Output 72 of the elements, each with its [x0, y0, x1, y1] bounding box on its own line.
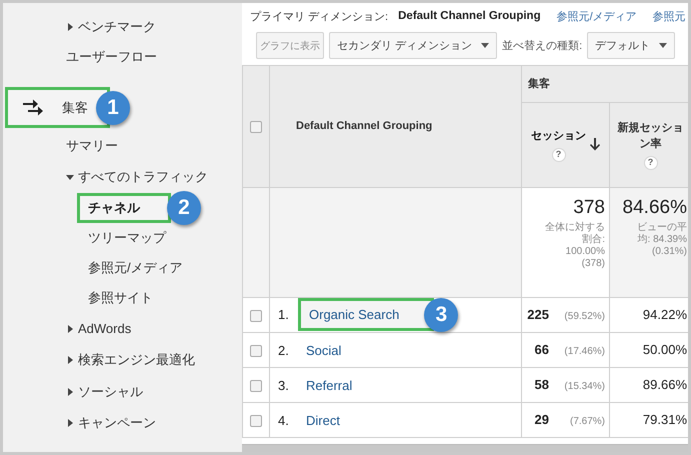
row-index: 3.	[278, 378, 290, 393]
sort-type-dropdown[interactable]: デフォルト	[587, 32, 676, 60]
row-index: 4.	[278, 412, 290, 428]
channel-link[interactable]: Social	[306, 342, 342, 358]
total-note: 割合:	[581, 234, 605, 246]
sessions-value: 66	[534, 342, 549, 358]
sidebar-item[interactable]: 検索エンジン最適化	[78, 351, 195, 370]
help-icon[interactable]: ?	[644, 156, 658, 170]
caret-icon	[481, 43, 490, 48]
total-note: (0.31%)	[650, 246, 687, 258]
total-note: 全体に対する	[544, 222, 605, 234]
total-value: 84.66%	[622, 196, 687, 219]
sessions-value: 29	[534, 412, 549, 428]
sidebar-item[interactable]: すべてのトラフィック	[78, 168, 208, 186]
row-checkbox[interactable]	[250, 414, 262, 427]
new-session-rate: 79.31%	[642, 412, 687, 428]
new-session-rate: 94.22%	[642, 307, 687, 322]
sidebar-item[interactable]: 参照サイト	[88, 290, 153, 305]
sidebar-item[interactable]: チャネル	[88, 200, 140, 215]
secondary-dimension-dropdown[interactable]: セカンダリ ディメンション	[329, 32, 498, 60]
new-session-rate: 50.00%	[642, 342, 687, 358]
primary-dimension-label: プライマリ ディメンション:	[250, 10, 388, 24]
sidebar-item[interactable]: ユーザーフロー	[66, 48, 157, 66]
row-index: 1.	[278, 307, 290, 322]
row-checkbox[interactable]	[250, 380, 262, 392]
sidebar-item[interactable]: サマリー	[66, 136, 118, 155]
column-group-header: 集客	[528, 78, 550, 90]
dimension-link[interactable]: 参照元/メディア	[556, 8, 637, 24]
total-note: 100.00%	[564, 246, 605, 258]
channel-link[interactable]: Referral	[306, 378, 352, 393]
arrows-icon	[22, 98, 44, 118]
total-note: (378)	[580, 258, 605, 270]
sessions-share: (17.46%)	[563, 346, 605, 358]
collapsed-triangle-icon[interactable]	[66, 419, 74, 428]
collapsed-triangle-icon[interactable]	[66, 23, 74, 31]
total-note: 均: 84.39%	[636, 234, 687, 246]
sidebar-item[interactable]: 参照元/メディア	[88, 260, 183, 275]
expanded-triangle-icon[interactable]	[66, 173, 74, 182]
sidebar-item[interactable]: ツリーマップ	[88, 230, 166, 245]
help-icon[interactable]: ?	[552, 148, 566, 162]
channel-link[interactable]: Direct	[306, 412, 340, 428]
sidebar-item[interactable]: ベンチマーク	[78, 18, 156, 36]
collapsed-triangle-icon[interactable]	[66, 356, 74, 364]
callout-badge: 2	[167, 191, 201, 225]
row-checkbox[interactable]	[250, 344, 262, 357]
select-all-checkbox[interactable]	[250, 121, 262, 134]
new-session-rate: 89.66%	[642, 377, 687, 392]
sidebar-item[interactable]: AdWords	[78, 321, 132, 336]
callout-badge: 1	[96, 90, 130, 124]
sessions-value: 225	[527, 307, 549, 322]
sidebar-section[interactable]: 集客	[62, 98, 88, 116]
column-header[interactable]: セッション	[531, 128, 586, 145]
total-note: ビューの平	[636, 222, 687, 234]
caret-icon	[659, 43, 668, 48]
sessions-value: 58	[534, 377, 549, 392]
row-index: 2.	[278, 342, 290, 358]
sessions-share: (15.34%)	[563, 381, 605, 392]
collapsed-triangle-icon[interactable]	[66, 388, 74, 396]
column-header[interactable]: Default Channel Grouping	[296, 120, 432, 132]
sessions-share: (7.67%)	[568, 416, 605, 428]
sort-descending-icon[interactable]	[590, 138, 600, 152]
sidebar-item[interactable]: ソーシャル	[78, 382, 143, 401]
column-header[interactable]: 新規セッション率	[614, 120, 687, 153]
sessions-share: (59.52%)	[563, 311, 605, 322]
channel-link[interactable]: Organic Search	[309, 307, 400, 322]
dimension-link[interactable]: 参照元	[652, 8, 686, 24]
sidebar-item[interactable]: キャンペーン	[78, 414, 156, 432]
sort-type-label: 並べ替えの種類:	[502, 39, 582, 54]
total-value: 378	[572, 196, 605, 219]
dimension-tab[interactable]: Default Channel Grouping	[398, 10, 541, 22]
collapsed-triangle-icon[interactable]	[66, 324, 74, 333]
row-checkbox[interactable]	[250, 310, 262, 322]
